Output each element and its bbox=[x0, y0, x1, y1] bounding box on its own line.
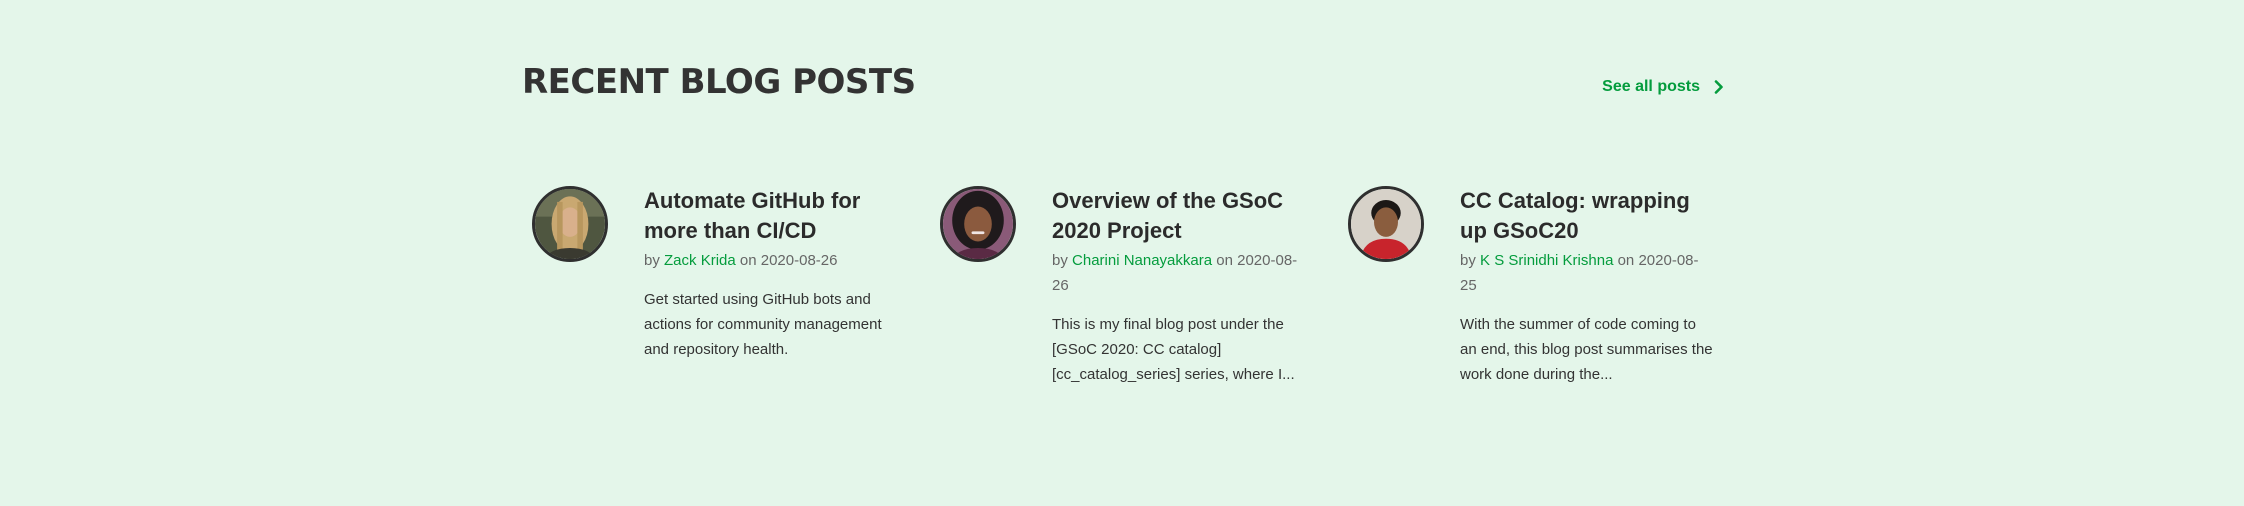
author-avatar[interactable] bbox=[1348, 186, 1424, 262]
post-meta-by: by bbox=[1052, 252, 1068, 269]
post-excerpt: This is my final blog post under the [GS… bbox=[1052, 316, 1295, 383]
post-author-link[interactable]: Charini Nanayakkara bbox=[1072, 252, 1212, 269]
post-body: Automate GitHub for more than CI/CD by Z… bbox=[644, 186, 899, 362]
author-photo bbox=[1351, 189, 1421, 259]
post-excerpt: Get started using GitHub bots and action… bbox=[644, 291, 882, 358]
post-title[interactable]: CC Catalog: wrapping up GSoC20 bbox=[1460, 186, 1715, 246]
author-photo bbox=[535, 189, 605, 259]
post-meta: by K S Srinidhi Krishna on 2020-08-25 bbox=[1460, 248, 1715, 298]
post-meta: by Zack Krida on 2020-08-26 bbox=[644, 248, 899, 273]
post-meta: by Charini Nanayakkara on 2020-08-26 bbox=[1052, 248, 1307, 298]
see-all-posts-label: See all posts bbox=[1602, 78, 1700, 95]
post-meta-by: by bbox=[1460, 252, 1476, 269]
chevron-right-icon bbox=[1714, 80, 1723, 94]
post-meta-on: on bbox=[1216, 252, 1233, 269]
author-avatar[interactable] bbox=[532, 186, 608, 262]
author-avatar[interactable] bbox=[940, 186, 1016, 262]
post-author-link[interactable]: K S Srinidhi Krishna bbox=[1480, 252, 1613, 269]
blog-post-card: Overview of the GSoC 2020 Project by Cha… bbox=[940, 186, 1320, 426]
post-author-link[interactable]: Zack Krida bbox=[664, 252, 736, 269]
post-meta-on: on bbox=[739, 252, 757, 269]
post-meta-on: on bbox=[1617, 252, 1635, 269]
blog-post-card: CC Catalog: wrapping up GSoC20 by K S Sr… bbox=[1348, 186, 1728, 426]
see-all-posts-link[interactable]: See all posts bbox=[1602, 78, 1724, 96]
post-excerpt: With the summer of code coming to an end… bbox=[1460, 316, 1713, 383]
post-date: 2020-08-26 bbox=[760, 252, 838, 269]
post-title[interactable]: Overview of the GSoC 2020 Project bbox=[1052, 186, 1307, 246]
blog-post-card: Automate GitHub for more than CI/CD by Z… bbox=[532, 186, 912, 426]
post-body: CC Catalog: wrapping up GSoC20 by K S Sr… bbox=[1460, 186, 1715, 387]
post-body: Overview of the GSoC 2020 Project by Cha… bbox=[1052, 186, 1307, 387]
section-title: RECENT BLOG POSTS bbox=[522, 62, 916, 102]
recent-blog-posts-section: RECENT BLOG POSTS See all posts Automate… bbox=[522, 0, 1730, 506]
author-photo bbox=[943, 189, 1013, 259]
post-title[interactable]: Automate GitHub for more than CI/CD bbox=[644, 186, 899, 246]
post-meta-by: by bbox=[644, 252, 660, 269]
